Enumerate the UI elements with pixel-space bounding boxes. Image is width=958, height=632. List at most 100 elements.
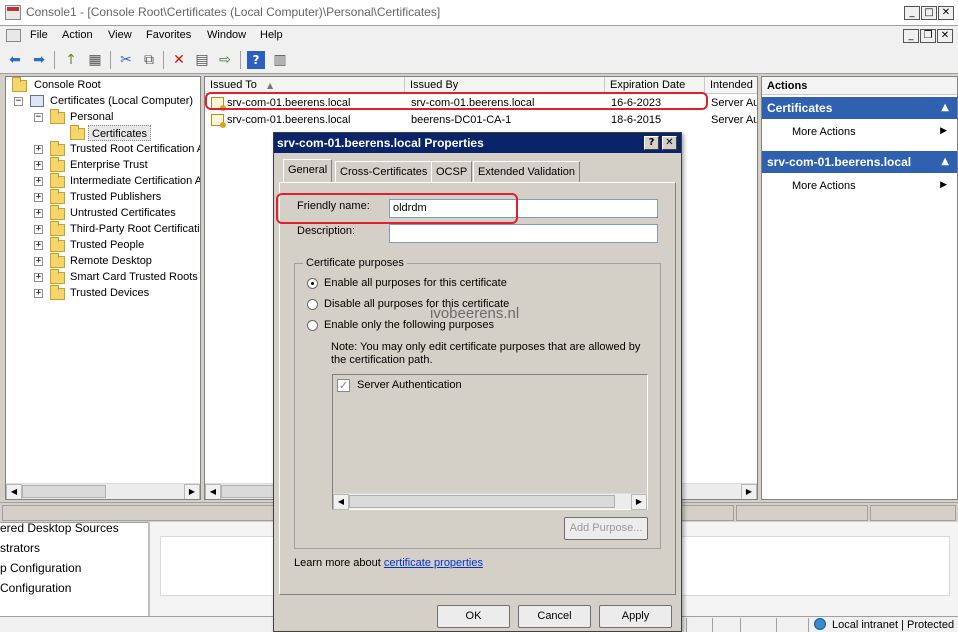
help-icon[interactable]: ? [247, 51, 265, 69]
background-text: strators [0, 541, 41, 555]
collapse-icon[interactable]: − [14, 97, 23, 106]
tree-label: Trusted Devices [70, 287, 150, 299]
tree-horizontal-scrollbar[interactable]: ◀ ▶ [6, 483, 200, 499]
radio-button[interactable] [307, 320, 318, 331]
toolbar: ⬅ ➡ ↑ ▦ ✂ ⧉ ✕ ▤ ⇨ ? ▥ [0, 46, 958, 74]
expand-icon[interactable]: + [34, 273, 43, 282]
collapse-section-icon[interactable]: ▲ [941, 97, 949, 119]
radio-label: Enable all purposes for this certificate [324, 277, 507, 289]
action-label: More Actions [792, 180, 856, 192]
child-restore-icon[interactable]: ❐ [920, 29, 936, 43]
properties-icon[interactable]: ▤ [193, 51, 211, 69]
tree-label: Trusted Root Certification A [70, 143, 201, 155]
table-row[interactable]: srv-com-01.beerens.local beerens-DC01-CA… [205, 112, 757, 128]
menu-help[interactable]: Help [260, 29, 283, 41]
column-intended[interactable]: Intended [705, 77, 757, 94]
expand-icon[interactable]: + [34, 193, 43, 202]
maximize-icon[interactable]: □ [921, 6, 937, 20]
mmc-app-icon [5, 5, 21, 20]
watermark-text: ivobeerens.nl [430, 305, 520, 322]
actions-section-selected-cert[interactable]: srv-com-01.beerens.local ▲ [762, 151, 957, 173]
expand-icon[interactable]: + [34, 289, 43, 298]
child-close-icon[interactable]: ✕ [937, 29, 953, 43]
forward-arrow-icon[interactable]: ➡ [30, 51, 48, 69]
add-purpose-button[interactable]: Add Purpose... [564, 517, 648, 540]
copy-icon[interactable]: ⧉ [140, 51, 158, 69]
learn-more-line: Learn more about certificate properties [294, 557, 483, 569]
purpose-item-server-authentication[interactable]: ✓ Server Authentication [337, 378, 627, 394]
expand-icon[interactable]: + [34, 241, 43, 250]
checkbox-checked-icon[interactable]: ✓ [337, 379, 350, 392]
tree-label: Enterprise Trust [70, 159, 148, 171]
action-label: More Actions [792, 126, 856, 138]
radio-button[interactable] [307, 278, 318, 289]
scroll-right-icon[interactable]: ▶ [741, 484, 757, 499]
background-text: p Configuration [0, 561, 82, 575]
menu-file[interactable]: File [30, 29, 48, 41]
expand-icon[interactable]: + [34, 257, 43, 266]
expand-icon[interactable]: + [34, 145, 43, 154]
scrollbar-thumb[interactable] [349, 495, 615, 508]
scroll-left-icon[interactable]: ◀ [6, 484, 22, 499]
menu-action[interactable]: Action [62, 29, 93, 41]
cancel-button[interactable]: Cancel [518, 605, 591, 628]
certificate-store-icon [30, 95, 44, 107]
tab-cross-certificates[interactable]: Cross-Certificates [335, 161, 433, 182]
show-action-pane-icon[interactable]: ▥ [271, 51, 289, 69]
expand-icon[interactable]: + [34, 225, 43, 234]
certificate-properties-link[interactable]: certificate properties [384, 557, 483, 569]
tab-ocsp[interactable]: OCSP [431, 161, 473, 182]
scroll-left-icon[interactable]: ◀ [333, 494, 349, 510]
scroll-right-icon[interactable]: ▶ [184, 484, 200, 499]
tab-general[interactable]: General [283, 159, 333, 182]
collapse-section-icon[interactable]: ▲ [941, 151, 949, 173]
purposes-horizontal-scrollbar[interactable]: ◀ ▶ [333, 493, 647, 510]
scrollbar-thumb[interactable] [22, 485, 106, 498]
menu-window[interactable]: Window [207, 29, 246, 41]
radio-button[interactable] [307, 299, 318, 310]
radio-enable-all[interactable]: Enable all purposes for this certificate [307, 276, 607, 292]
purposes-group-label: Certificate purposes [303, 257, 407, 269]
close-icon[interactable]: ✕ [938, 6, 954, 20]
menu-view[interactable]: View [108, 29, 132, 41]
up-folder-icon[interactable]: ↑ [62, 51, 80, 69]
child-minimize-icon[interactable]: _ [903, 29, 919, 43]
description-field[interactable] [389, 224, 658, 243]
action-more-actions[interactable]: More Actions ▶ [762, 124, 957, 140]
actions-section-certificates[interactable]: Certificates ▲ [762, 97, 957, 119]
tab-extended-validation[interactable]: Extended Validation [473, 161, 581, 182]
folder-icon [50, 109, 65, 124]
minimize-icon[interactable]: _ [904, 6, 920, 20]
menu-bar: File Action View Favorites Window Help _… [0, 26, 958, 46]
expand-icon[interactable]: + [34, 177, 43, 186]
scroll-left-icon[interactable]: ◀ [205, 484, 221, 499]
column-label: Issued By [410, 79, 459, 91]
folder-icon [50, 205, 65, 220]
scroll-right-icon[interactable]: ▶ [631, 494, 647, 510]
apply-button[interactable]: Apply [599, 605, 672, 628]
globe-icon [814, 618, 826, 630]
window-title-bar: Console1 - [Console Root\Certificates (L… [0, 0, 958, 26]
delete-icon[interactable]: ✕ [170, 51, 188, 69]
show-hide-tree-icon[interactable]: ▦ [86, 51, 104, 69]
dialog-close-icon[interactable]: ✕ [662, 136, 677, 150]
action-more-actions[interactable]: More Actions ▶ [762, 178, 957, 194]
expand-icon[interactable]: + [34, 161, 43, 170]
section-title: Certificates [767, 101, 833, 115]
export-list-icon[interactable]: ⇨ [216, 51, 234, 69]
cut-icon[interactable]: ✂ [117, 51, 135, 69]
purposes-listbox[interactable]: ✓ Server Authentication ◀ ▶ [332, 374, 648, 510]
cell-intended: Server Au [711, 97, 758, 109]
expand-icon[interactable]: + [34, 209, 43, 218]
dialog-help-icon[interactable]: ? [644, 136, 659, 150]
menu-favorites[interactable]: Favorites [146, 29, 191, 41]
folder-icon [50, 157, 65, 172]
actions-pane: Actions Certificates ▲ More Actions ▶ sr… [761, 76, 958, 500]
back-arrow-icon[interactable]: ⬅ [6, 51, 24, 69]
folder-icon [12, 77, 27, 92]
tree-label: Certificates (Local Computer) [50, 95, 194, 107]
console-doc-icon[interactable] [6, 29, 21, 42]
cell-issued-by: beerens-DC01-CA-1 [411, 114, 512, 126]
ok-button[interactable]: OK [437, 605, 510, 628]
collapse-icon[interactable]: − [34, 113, 43, 122]
